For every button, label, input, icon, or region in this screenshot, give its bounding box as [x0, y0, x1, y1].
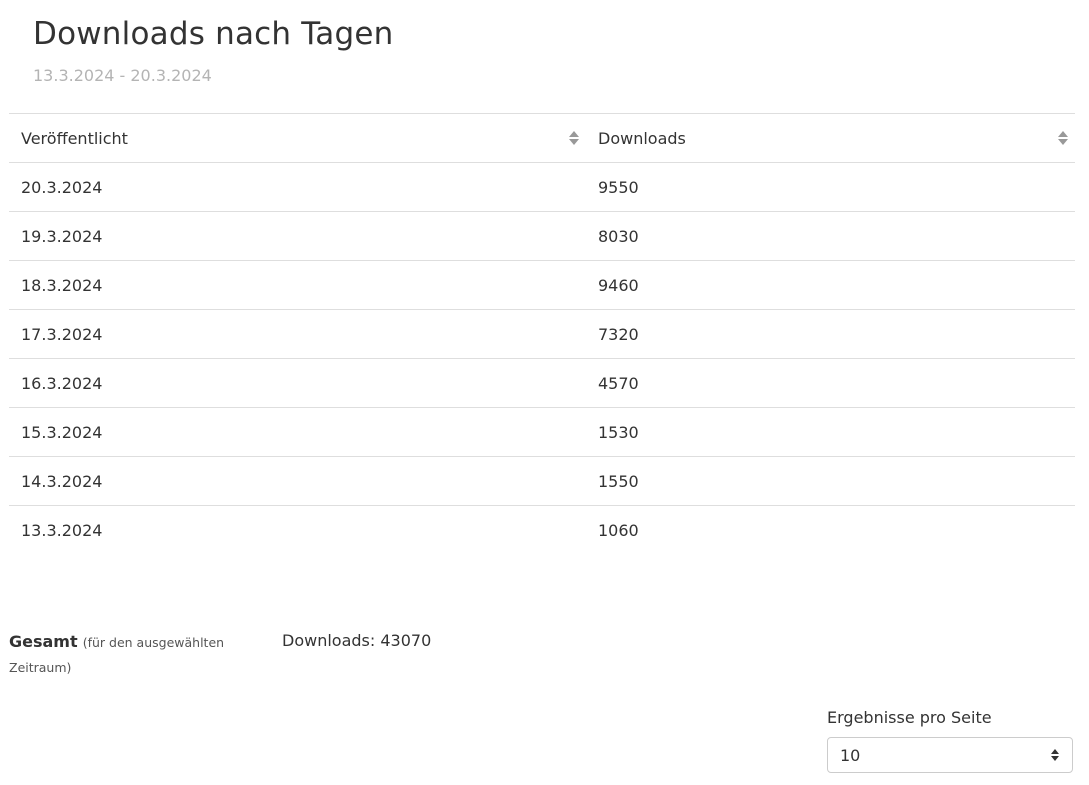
- per-page-selected-value: 10: [840, 745, 861, 765]
- column-header-published[interactable]: Veröffentlicht: [9, 113, 586, 163]
- total-label: Gesamt (für den ausgewählten Zeitraum): [9, 630, 239, 680]
- cell-downloads: 1060: [598, 520, 639, 540]
- cell-downloads: 1530: [586, 407, 1075, 457]
- cell-date: 18.3.2024: [9, 260, 586, 310]
- column-header-label: Veröffentlicht: [21, 128, 128, 148]
- per-page-label: Ergebnisse pro Seite: [827, 708, 992, 727]
- table-row: 17.3.2024 7320: [9, 309, 1075, 359]
- table-row: 16.3.2024 4570: [9, 358, 1075, 408]
- cell-downloads: 8030: [586, 211, 1075, 261]
- cell-downloads: 9550: [586, 162, 1075, 212]
- column-header-downloads[interactable]: Downloads: [586, 113, 1075, 163]
- cell-date: 17.3.2024: [9, 309, 586, 359]
- total-label-strong: Gesamt: [9, 632, 78, 651]
- table-header-row: Veröffentlicht Downloads: [9, 113, 1075, 163]
- table-row: 20.3.2024 9550: [9, 162, 1075, 212]
- column-header-label: Downloads: [598, 128, 686, 148]
- cell-date: 20.3.2024: [9, 162, 586, 212]
- table-row: 15.3.2024 1530: [9, 407, 1075, 457]
- cell-date: 16.3.2024: [9, 358, 586, 408]
- sort-icon[interactable]: [568, 130, 580, 146]
- total-downloads-value: Downloads: 43070: [282, 631, 432, 650]
- table-row: 18.3.2024 9460: [9, 260, 1075, 310]
- cell-downloads: 1550: [586, 456, 1075, 506]
- cell-downloads: 4570: [586, 358, 1075, 408]
- cell-downloads: 9460: [586, 260, 1075, 310]
- downloads-table: Veröffentlicht Downloads 20.3.2024 9550 …: [9, 113, 1075, 554]
- page-title: Downloads nach Tagen: [33, 16, 394, 52]
- per-page-select[interactable]: 10: [827, 737, 1073, 773]
- select-arrows-icon: [1051, 749, 1059, 761]
- sort-icon[interactable]: [1057, 130, 1069, 146]
- table-row: 13.3.2024 1060: [9, 506, 1075, 555]
- table-row: 14.3.2024 1550: [9, 456, 1075, 506]
- date-range-subtitle: 13.3.2024 - 20.3.2024: [33, 66, 212, 85]
- cell-date: 15.3.2024: [9, 407, 586, 457]
- cell-date: 14.3.2024: [9, 456, 586, 506]
- cell-date: 13.3.2024: [21, 520, 103, 540]
- cell-downloads: 7320: [586, 309, 1075, 359]
- table-row: 19.3.2024 8030: [9, 211, 1075, 261]
- cell-date: 19.3.2024: [9, 211, 586, 261]
